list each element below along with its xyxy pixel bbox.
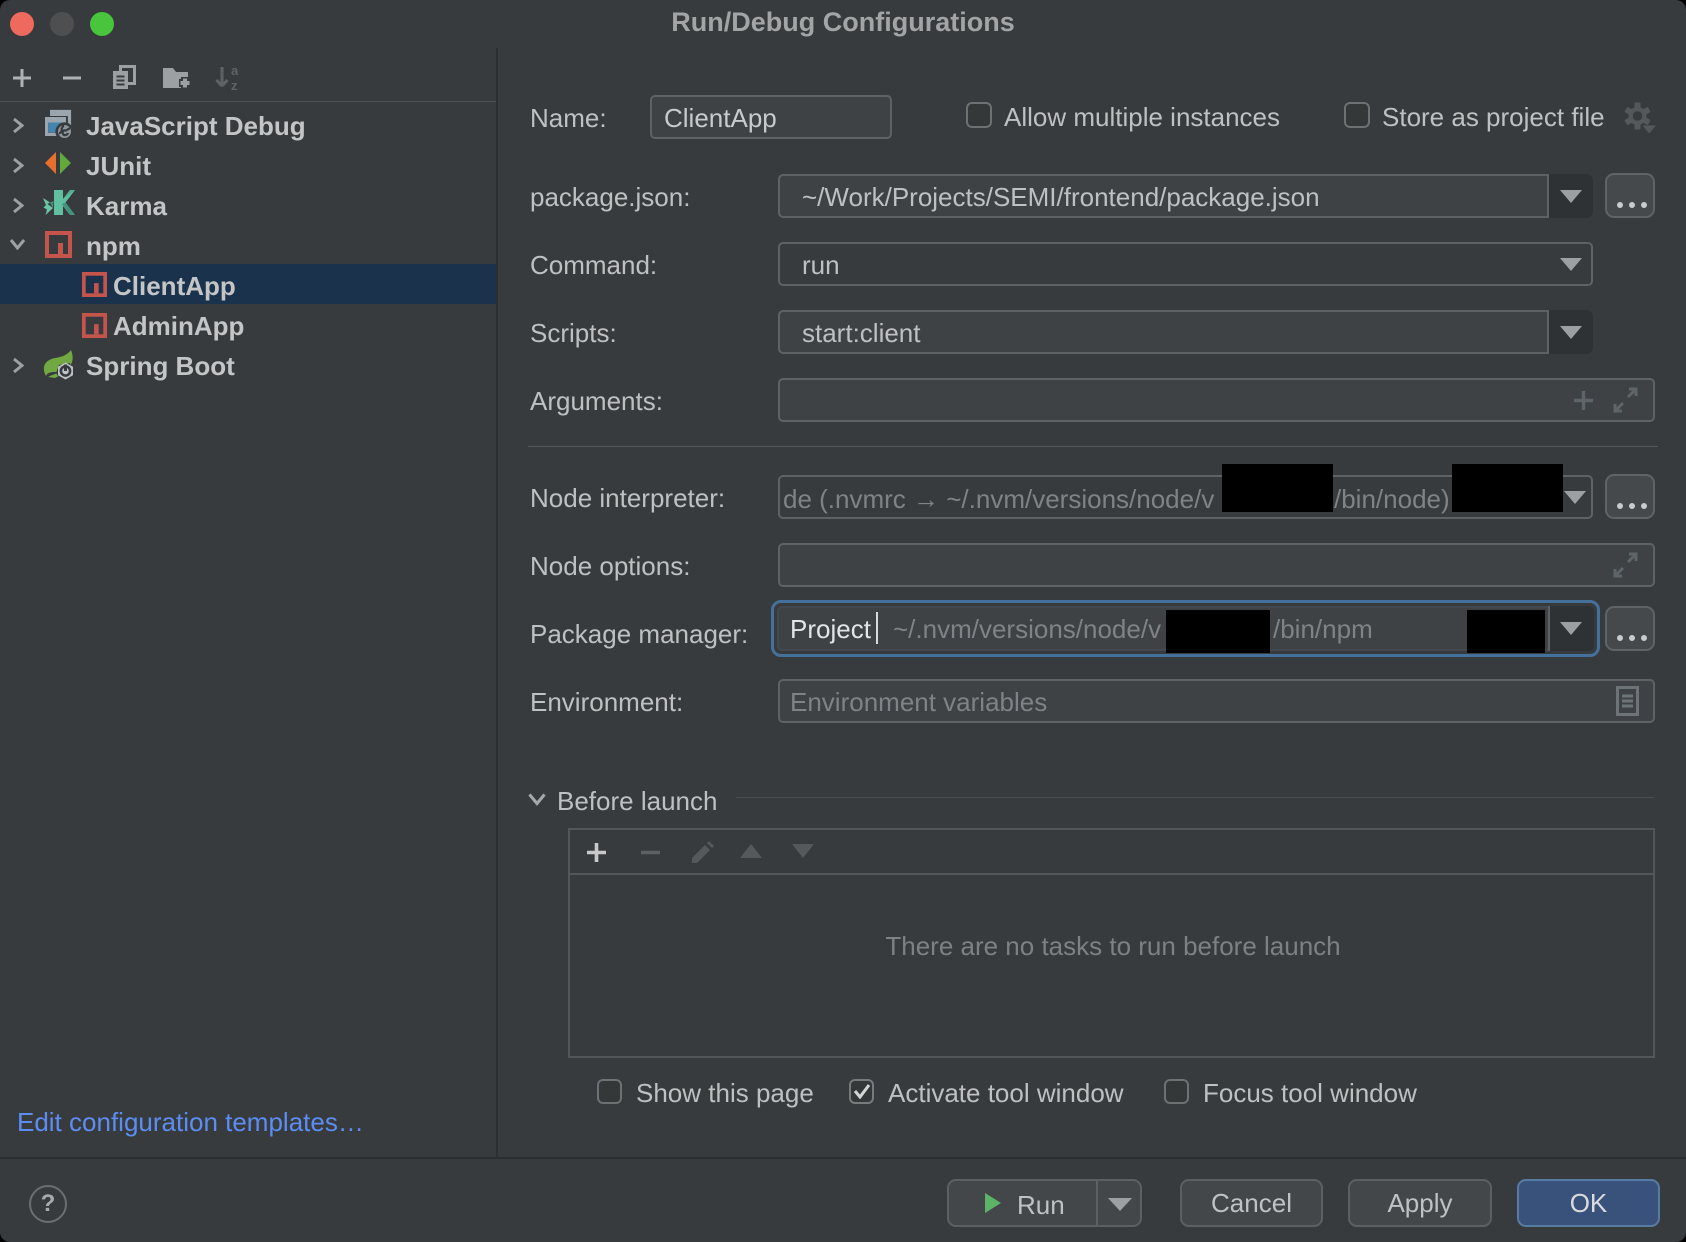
svg-text:z: z [231,78,238,92]
svg-text:a: a [231,64,239,78]
